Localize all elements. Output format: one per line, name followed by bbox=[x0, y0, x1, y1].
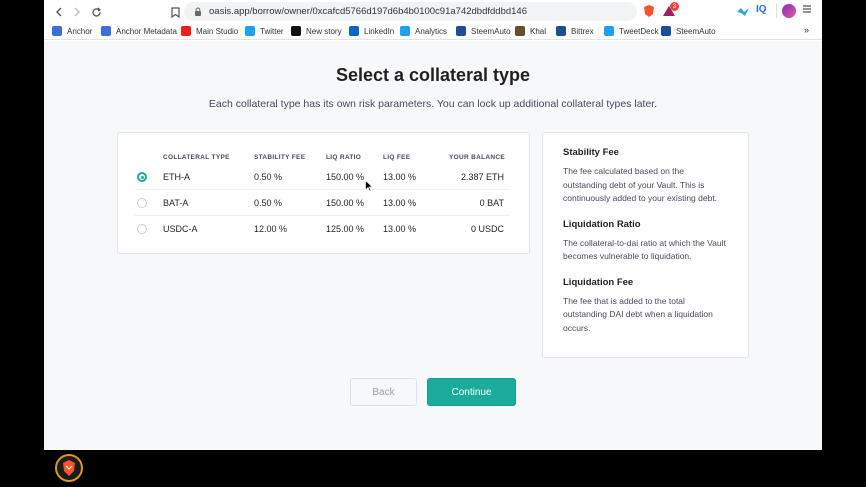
bookmark-item[interactable]: Khal bbox=[515, 26, 546, 36]
continue-button[interactable]: Continue bbox=[427, 378, 516, 406]
bookmark-item[interactable]: LinkedIn bbox=[349, 26, 394, 36]
bookmarks-bar: Anchor Anchor Metadata Main Studio Twitter N… bbox=[44, 23, 822, 40]
bookmark-favicon-icon bbox=[181, 26, 191, 36]
address-bar[interactable]: oasis.app/borrow/owner/0xcafcd5766d197d6… bbox=[184, 2, 637, 21]
header-collateral-type: COLLATERAL TYPE bbox=[163, 154, 230, 161]
bookmark-item[interactable]: TweetDeck bbox=[604, 26, 659, 36]
brave-lion-icon[interactable] bbox=[55, 454, 83, 482]
menu-icon[interactable] bbox=[802, 4, 812, 17]
stability-fee: 12.00 % bbox=[254, 224, 288, 234]
bookmark-label: SteemAuto bbox=[471, 26, 511, 36]
liq-fee: 13.00 % bbox=[383, 172, 417, 182]
table-row-usdc-a[interactable]: USDC-A 12.00 % 125.00 % 13.00 % 0 USDC bbox=[134, 216, 510, 242]
info-panel: Stability Fee The fee calculated based o… bbox=[542, 132, 749, 358]
liq-ratio: 125.00 % bbox=[326, 224, 365, 234]
bookmark-favicon-icon bbox=[400, 26, 410, 36]
bookmark-item[interactable]: Anchor bbox=[52, 26, 92, 36]
liq-ratio: 150.00 % bbox=[326, 198, 365, 208]
bookmark-favicon-icon bbox=[349, 26, 359, 36]
header-your-balance: YOUR BALANCE bbox=[449, 154, 505, 161]
header-stability-fee: STABILITY FEE bbox=[254, 154, 306, 161]
bookmark-label: Anchor bbox=[67, 26, 93, 36]
liq-fee-title: Liquidation Fee bbox=[563, 276, 634, 288]
collateral-type: BAT-A bbox=[163, 198, 189, 208]
bookmark-favicon-icon bbox=[291, 26, 301, 36]
stability-fee: 0.50 % bbox=[254, 172, 283, 182]
bookmark-favicon-icon bbox=[515, 26, 525, 36]
bookmark-label: Bittrex bbox=[571, 26, 594, 36]
radio-bat-a[interactable] bbox=[137, 198, 147, 208]
url-text: oasis.app/borrow/owner/0xcafcd5766d197d6… bbox=[209, 6, 527, 17]
browser-window: oasis.app/borrow/owner/0xcafcd5766d197d6… bbox=[44, 0, 822, 450]
bookmark-label: TweetDeck bbox=[619, 26, 659, 36]
liq-fee: 13.00 % bbox=[383, 198, 417, 208]
extension-icon[interactable] bbox=[736, 5, 750, 17]
collateral-type: ETH-A bbox=[163, 172, 190, 182]
browser-toolbar: oasis.app/borrow/owner/0xcafcd5766d197d6… bbox=[44, 0, 822, 23]
stability-fee-title: Stability Fee bbox=[563, 147, 619, 158]
header-liq-fee: LIQ FEE bbox=[383, 154, 411, 161]
page-subtitle: Each collateral type has its own risk pa… bbox=[208, 98, 658, 110]
stability-fee: 0.50 % bbox=[254, 198, 283, 208]
bookmark-favicon-icon bbox=[52, 26, 62, 36]
toolbar-divider bbox=[776, 4, 777, 18]
table-row-eth-a[interactable]: ETH-A 0.50 % 150.00 % 13.00 % 2.387 ETH bbox=[134, 164, 510, 190]
balance: 0 BAT bbox=[479, 198, 504, 208]
bookmark-favicon-icon bbox=[556, 26, 566, 36]
header-liq-ratio: LIQ RATIO bbox=[326, 154, 362, 161]
bookmark-label: SteemAuto bbox=[676, 26, 716, 36]
bookmark-label: Twitter bbox=[260, 26, 284, 36]
liq-fee-text: The fee that is added to the total outst… bbox=[563, 295, 713, 333]
liq-ratio: 150.00 % bbox=[326, 172, 365, 182]
bookmark-favicon-icon bbox=[604, 26, 614, 36]
liq-fee: 13.00 % bbox=[383, 224, 417, 234]
bookmark-label: Main Studio bbox=[196, 26, 239, 36]
mouse-cursor-icon bbox=[365, 180, 373, 192]
forward-arrow-icon[interactable] bbox=[68, 3, 86, 21]
bookmark-favicon-icon bbox=[661, 26, 671, 36]
bookmark-label: Anchor Metadata bbox=[116, 26, 177, 36]
bookmark-item[interactable]: Bittrex bbox=[556, 26, 594, 36]
bookmark-favicon-icon bbox=[101, 26, 111, 36]
bookmark-favicon-icon bbox=[245, 26, 255, 36]
page-title: Select a collateral type bbox=[335, 65, 531, 85]
bookmark-item[interactable]: Twitter bbox=[245, 26, 284, 36]
iq-extension-icon[interactable]: IQ bbox=[756, 4, 767, 15]
page-content: Select a collateral type Each collateral… bbox=[44, 41, 822, 450]
back-button[interactable]: Back bbox=[350, 378, 417, 406]
bookmark-item[interactable]: SteemAuto bbox=[456, 26, 511, 36]
lock-icon bbox=[194, 7, 204, 17]
bookmark-favicon-icon bbox=[456, 26, 466, 36]
bookmark-item[interactable]: Analytics bbox=[400, 26, 447, 36]
stability-fee-text: The fee calculated based on the outstand… bbox=[563, 166, 718, 203]
liq-ratio-text: The collateral-to-dai ratio at which the… bbox=[563, 237, 726, 262]
profile-avatar[interactable] bbox=[782, 4, 796, 18]
collateral-type: USDC-A bbox=[163, 224, 198, 234]
bookmark-item[interactable]: Main Studio bbox=[181, 26, 238, 36]
notification-badge: 3 bbox=[670, 2, 679, 11]
bookmark-item[interactable]: SteemAuto bbox=[661, 26, 716, 36]
bookmark-item[interactable]: Anchor Metadata bbox=[101, 26, 177, 36]
bookmark-label: LinkedIn bbox=[364, 26, 395, 36]
balance: 2.387 ETH bbox=[460, 172, 504, 182]
brave-shield-icon[interactable] bbox=[642, 4, 656, 18]
back-arrow-icon[interactable] bbox=[50, 3, 68, 21]
reload-icon[interactable] bbox=[87, 3, 105, 21]
bat-rewards-icon[interactable]: 3 bbox=[662, 2, 679, 18]
bookmark-label: Khal bbox=[530, 26, 547, 36]
bookmark-icon[interactable] bbox=[166, 3, 184, 21]
balance: 0 USDC bbox=[470, 224, 504, 234]
table-row-bat-a[interactable]: BAT-A 0.50 % 150.00 % 13.00 % 0 BAT bbox=[134, 190, 510, 216]
bookmark-item[interactable]: New story bbox=[291, 26, 342, 36]
collateral-table: COLLATERAL TYPE STABILITY FEE LIQ RATIO … bbox=[117, 132, 530, 254]
bookmark-label: Analytics bbox=[415, 26, 448, 36]
radio-eth-a[interactable] bbox=[137, 172, 147, 182]
liq-ratio-title: Liquidation Ratio bbox=[563, 218, 641, 230]
bookmarks-overflow-icon[interactable]: » bbox=[804, 25, 809, 35]
radio-usdc-a[interactable] bbox=[137, 224, 147, 234]
bookmark-label: New story bbox=[306, 26, 342, 36]
